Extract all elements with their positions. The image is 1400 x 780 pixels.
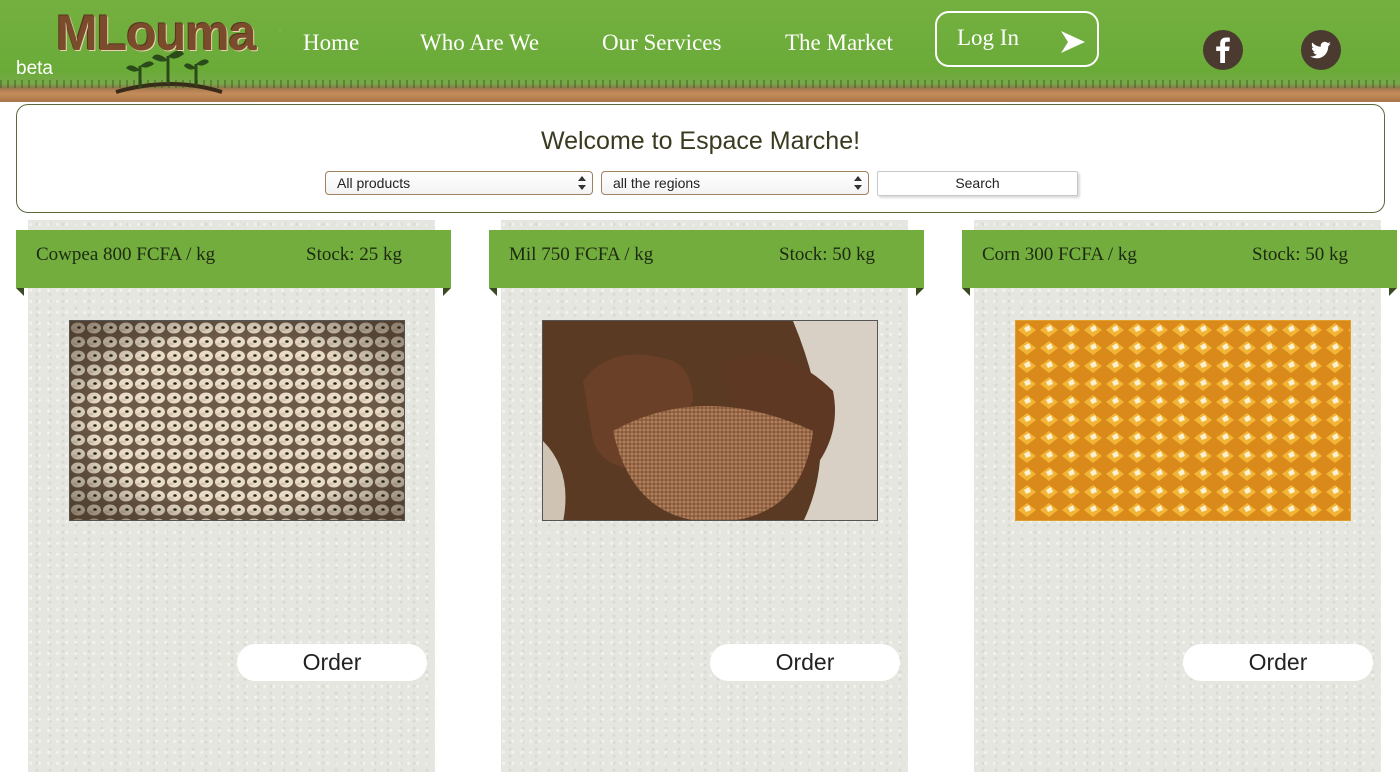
product-ribbon: Cowpea 800 FCFA / kg Stock: 25 kg <box>16 230 451 296</box>
product-name-price: Cowpea 800 FCFA / kg <box>36 244 216 265</box>
millet-in-hands-photo <box>542 320 878 521</box>
select-arrows-icon <box>854 176 862 190</box>
product-stock: Stock: 50 kg <box>779 244 876 265</box>
order-button[interactable]: Order <box>237 644 427 681</box>
product-name-price: Corn 300 FCFA / kg <box>982 244 1137 265</box>
product-ribbon: Corn 300 FCFA / kg Stock: 50 kg <box>962 230 1397 296</box>
mlouma-logo[interactable]: MLouma <box>56 4 286 96</box>
region-select[interactable]: all the regions <box>601 171 869 195</box>
product-name-price: Mil 750 FCFA / kg <box>509 244 654 265</box>
beta-label: beta <box>16 58 53 79</box>
product-select[interactable]: All products <box>325 171 593 195</box>
login-label: Log In <box>957 25 1019 50</box>
nav-the-market[interactable]: The Market <box>785 30 893 56</box>
product-stock: Stock: 50 kg <box>1252 244 1349 265</box>
product-card: Mil 750 FCFA / kg Stock: 50 kg Order <box>489 220 924 775</box>
product-card: Corn 300 FCFA / kg Stock: 50 kg Order <box>962 220 1397 775</box>
product-card: Cowpea 800 FCFA / kg Stock: 25 kg Order <box>16 220 451 775</box>
logo-text: MLouma <box>56 5 257 61</box>
product-select-value: All products <box>337 175 411 191</box>
site-header: MLouma beta Home Who Are We Our Services… <box>0 0 1400 102</box>
facebook-icon[interactable] <box>1203 30 1243 70</box>
product-ribbon: Mil 750 FCFA / kg Stock: 50 kg <box>489 230 924 296</box>
corn-kernels-photo <box>1015 320 1351 521</box>
search-button[interactable]: Search <box>877 171 1078 196</box>
region-select-value: all the regions <box>613 175 701 191</box>
nav-who-are-we[interactable]: Who Are We <box>420 30 539 56</box>
nav-home[interactable]: Home <box>303 30 359 56</box>
twitter-icon[interactable] <box>1301 30 1341 70</box>
select-arrows-icon <box>578 176 586 190</box>
order-button[interactable]: Order <box>1183 644 1373 681</box>
page-title: Welcome to Espace Marche! <box>540 127 861 155</box>
product-stock: Stock: 25 kg <box>306 244 403 265</box>
login-button[interactable]: Log In <box>935 11 1099 67</box>
arrow-right-icon <box>1061 31 1085 53</box>
cowpea-beans-photo <box>69 320 405 521</box>
nav-our-services[interactable]: Our Services <box>602 30 721 56</box>
order-button[interactable]: Order <box>710 644 900 681</box>
search-panel: Welcome to Espace Marche! All products a… <box>16 104 1385 213</box>
